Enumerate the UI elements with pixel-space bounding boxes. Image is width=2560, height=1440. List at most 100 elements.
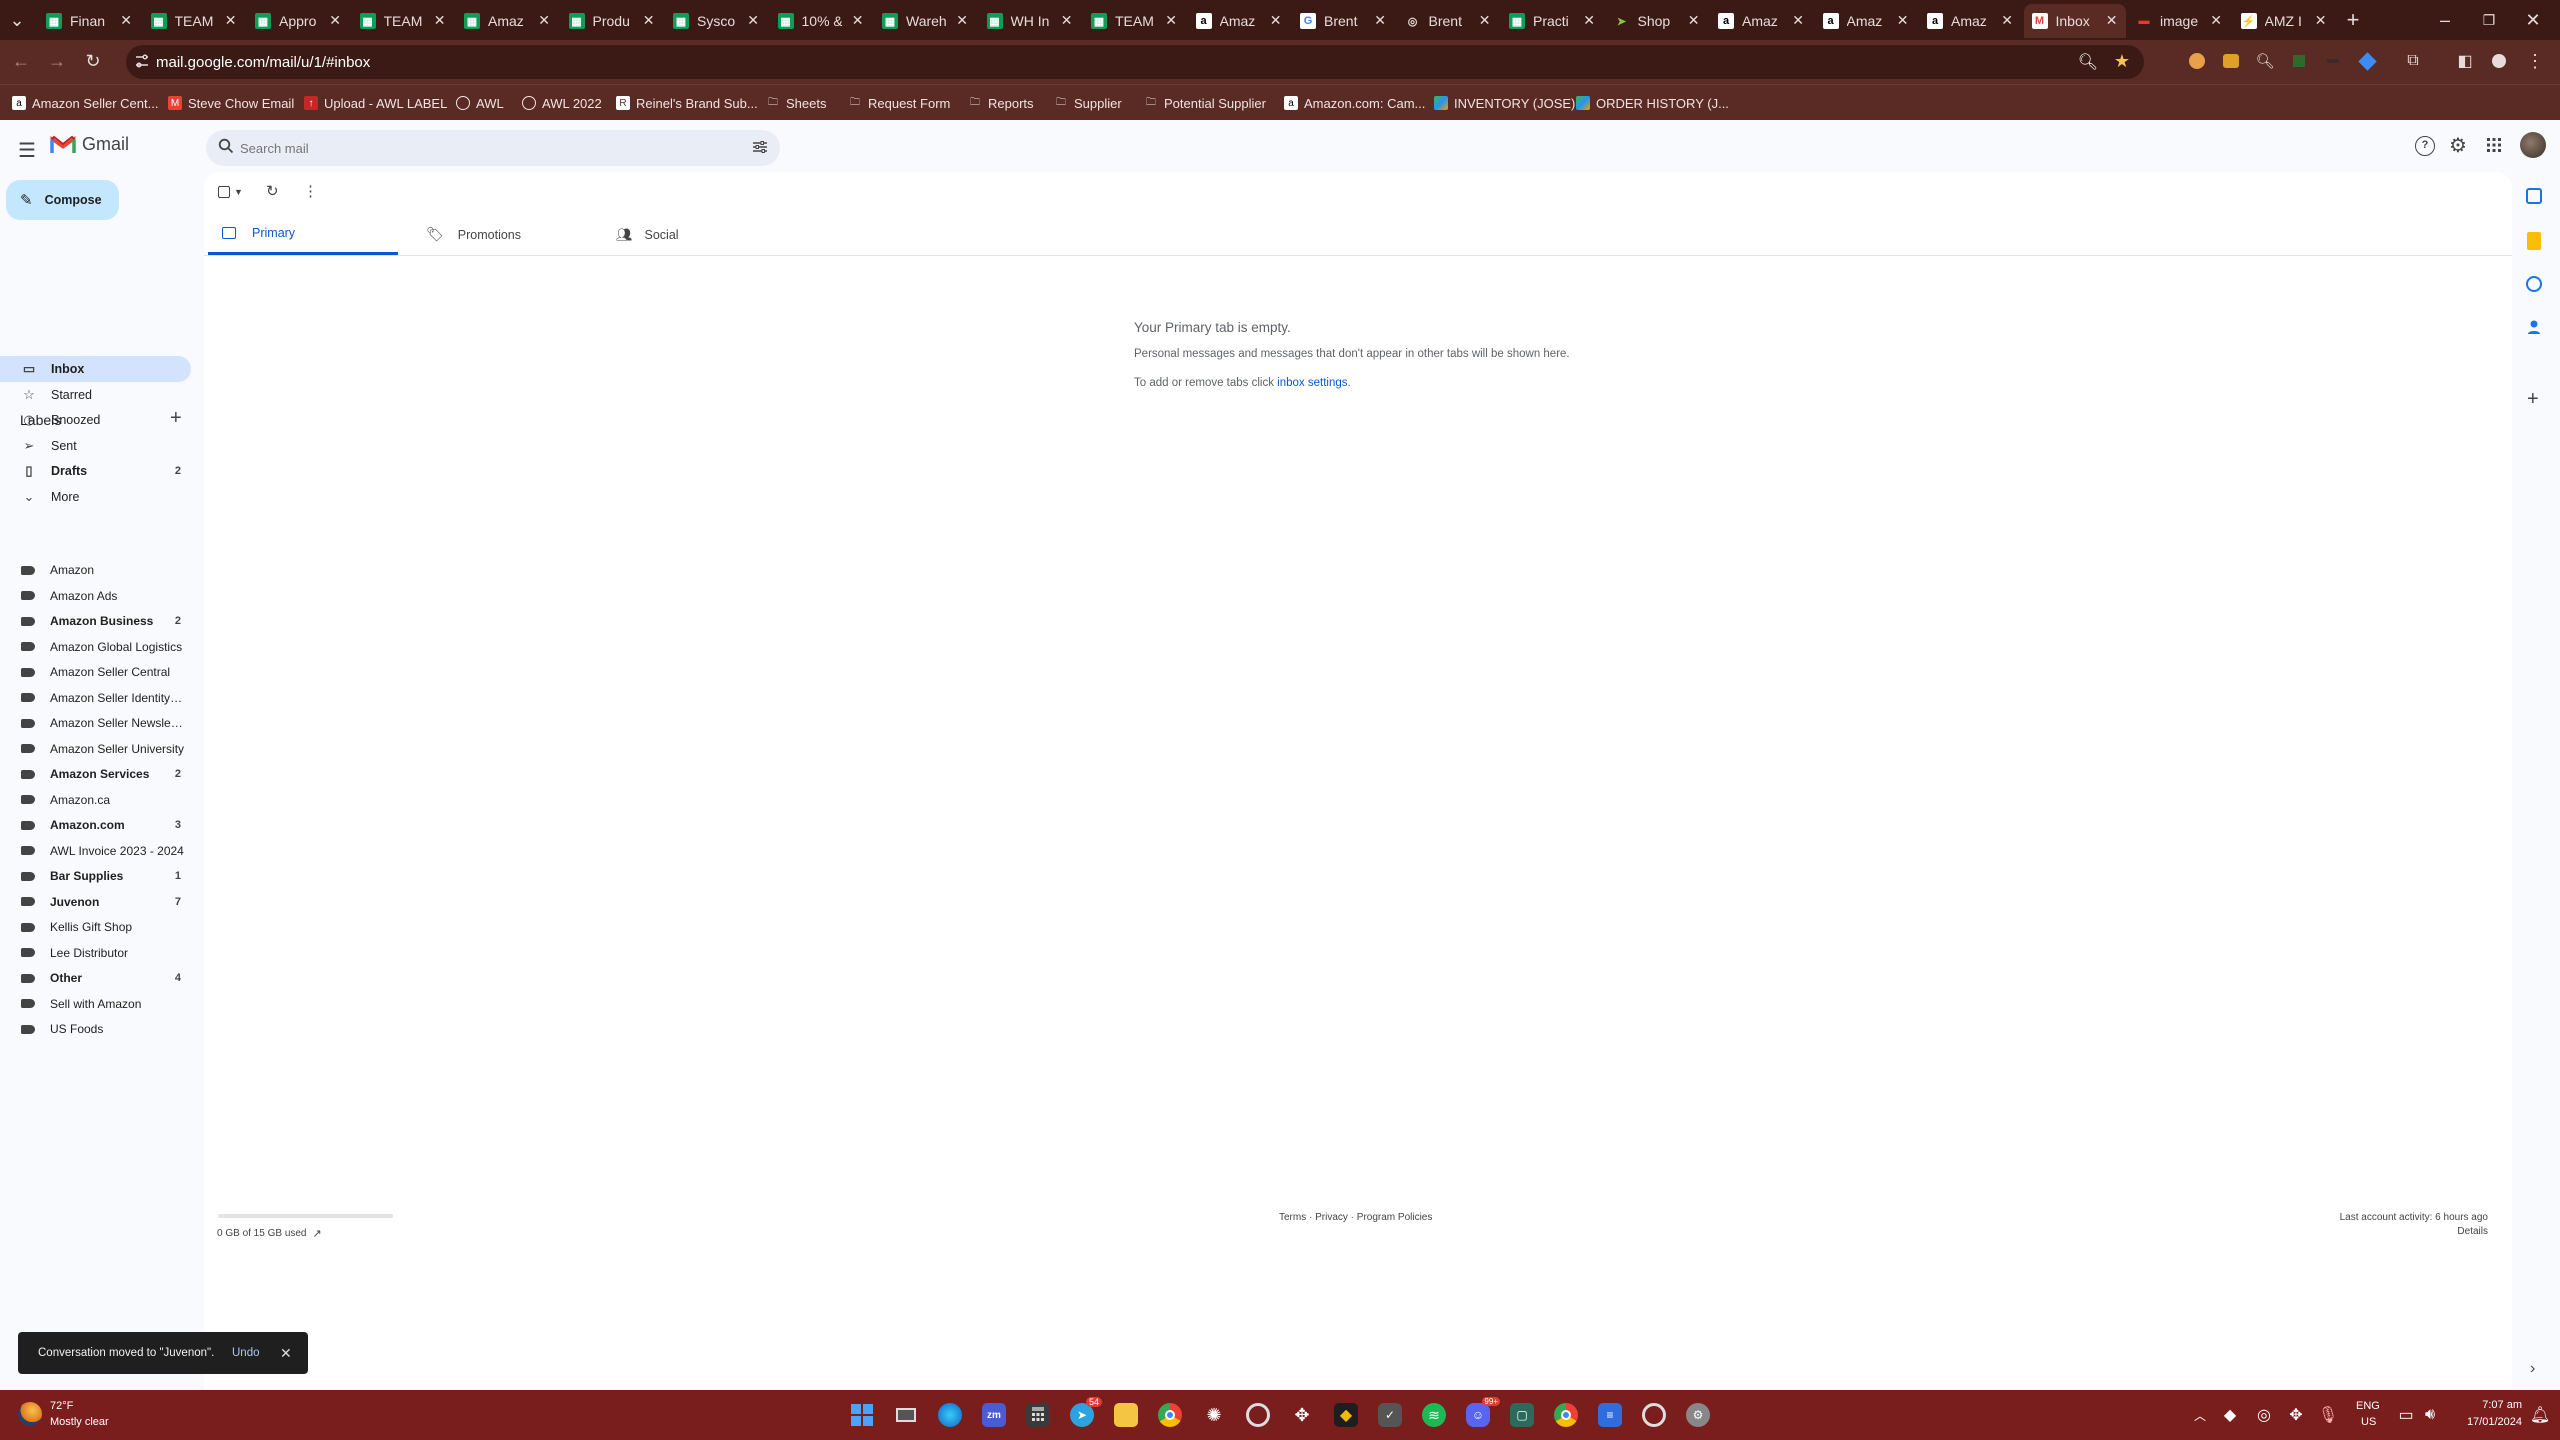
browser-tab[interactable]: ▦ Practi ✕ [1501,4,1603,38]
close-tab-icon[interactable]: ✕ [1270,12,1282,29]
label-item[interactable]: Amazon Seller Central [0,660,191,684]
search-icon[interactable] [218,138,234,158]
chrome-icon[interactable] [1158,1403,1182,1427]
label-item[interactable]: Amazon.com 3 [0,813,191,837]
pinwheel-icon[interactable]: ✥ [1290,1403,1314,1427]
create-label-button[interactable]: + [170,407,182,430]
label-item[interactable]: Amazon Seller Identity V... [0,686,191,710]
get-addons-icon[interactable]: + [2527,388,2539,411]
settings-app-icon[interactable]: ⚙ [1686,1403,1710,1427]
inbox-settings-link[interactable]: inbox settings [1277,377,1347,389]
browser-tab[interactable]: a Amaz ✕ [1710,4,1812,38]
label-item[interactable]: Amazon.ca [0,788,191,812]
close-tab-icon[interactable]: ✕ [1583,12,1595,29]
close-snackbar-icon[interactable]: ✕ [280,1345,292,1362]
contacts-icon[interactable] [2526,318,2542,336]
browser-tab[interactable]: a Amaz ✕ [1919,4,2021,38]
bookmark-star-icon[interactable]: ★ [2114,51,2130,72]
nav-item-drafts[interactable]: ▯ Drafts 2 [0,458,191,484]
external-link-icon[interactable]: ↗ [313,1227,322,1240]
language-indicator[interactable]: ENG [2356,1400,2380,1412]
activity-details-link[interactable]: Details [2457,1226,2488,1237]
microphone-icon[interactable]: 🎙︎ [2318,1405,2338,1425]
help-icon[interactable]: ? [2415,136,2435,156]
reload-button[interactable]: ↻ [82,50,104,72]
telegram-icon[interactable]: ➤ 54 [1070,1397,1102,1427]
volume-icon[interactable]: 🔊︎ [2420,1405,2440,1425]
tab-promotions[interactable]: 🏷︎ Promotions [418,214,608,255]
minimize-button[interactable]: – [2434,9,2456,31]
clock-date[interactable]: 17/01/2024 [2450,1416,2522,1428]
tab-social[interactable]: 👥︎ Social [608,214,798,255]
close-tab-icon[interactable]: ✕ [538,12,550,29]
browser-tab[interactable]: G Brent ✕ [1292,4,1394,38]
close-tab-icon[interactable]: ✕ [2001,12,2013,29]
undo-button[interactable]: Undo [232,1347,260,1359]
label-item[interactable]: Other 4 [0,966,191,990]
label-item[interactable]: Amazon Business 2 [0,609,191,633]
extension-green-icon[interactable] [2288,50,2310,72]
nav-item-sent[interactable]: ➢ Sent [0,433,191,459]
close-tab-icon[interactable]: ✕ [852,12,864,29]
bookmark-folder[interactable]: 🗀 Request Form [848,93,950,113]
close-tab-icon[interactable]: ✕ [2210,12,2222,29]
select-all-checkbox[interactable]: ▼ [218,186,243,198]
weather-desc[interactable]: Mostly clear [50,1416,109,1428]
close-tab-icon[interactable]: ✕ [1897,12,1909,29]
chrome-menu-icon[interactable]: ⋮ [2524,50,2546,72]
file-explorer-icon[interactable] [1114,1403,1138,1427]
search-input[interactable] [238,138,718,158]
browser-tab[interactable]: ▦ Appro ✕ [247,4,349,38]
weather-moon-icon[interactable] [18,1402,42,1426]
extension-honey-icon[interactable] [2220,50,2242,72]
bookmark-item[interactable]: a Amazon Seller Cent... [12,93,158,113]
site-info-icon[interactable] [134,53,150,69]
edge-icon[interactable] [938,1403,962,1427]
forward-button[interactable]: → [46,50,68,72]
tab-search-icon[interactable]: ⌄ [6,9,28,31]
label-item[interactable]: Lee Distributor [0,941,191,965]
account-avatar[interactable] [2520,132,2546,158]
close-tab-icon[interactable]: ✕ [1688,12,1700,29]
main-menu-icon[interactable]: ☰ [18,138,36,163]
back-button[interactable]: ← [10,50,32,72]
close-tab-icon[interactable]: ✕ [120,12,132,29]
bookmark-item[interactable]: AWL [456,93,504,113]
bookmark-item[interactable]: AWL 2022 [522,93,602,113]
label-item[interactable]: Amazon Seller University [0,737,191,761]
extension-dark-icon[interactable] [2322,50,2344,72]
browser-tab[interactable]: ▦ Amaz ✕ [456,4,558,38]
new-tab-button[interactable]: + [2342,7,2364,32]
close-tab-icon[interactable]: ✕ [2315,12,2327,29]
search-options-icon[interactable] [752,139,768,160]
nav-item-starred[interactable]: ☆ Starred [0,382,191,408]
label-item[interactable]: Amazon Ads [0,584,191,608]
bookmark-folder[interactable]: 🗀 Reports [968,93,1034,113]
close-tab-icon[interactable]: ✕ [225,12,237,29]
extension-chrome-icon[interactable] [2186,50,2208,72]
chrome-profile-icon[interactable] [1554,1403,1578,1427]
expand-side-panel-icon[interactable]: › [2530,1360,2535,1378]
close-tab-icon[interactable]: ✕ [747,12,759,29]
brightness-icon[interactable]: ✺ [1202,1403,1226,1427]
tray-pinwheel-icon[interactable]: ✥ [2286,1405,2306,1425]
app-check-icon[interactable]: ✓ [1378,1403,1402,1427]
extensions-puzzle-icon[interactable]: ⧉ [2402,50,2424,72]
browser-tab[interactable]: M Inbox ✕ [2023,4,2126,38]
label-item[interactable]: Amazon Seller Newsletter [0,711,191,735]
notifications-icon[interactable]: 🔔︎ [2530,1405,2550,1425]
browser-tab[interactable]: ▦ TEAM ✕ [1083,4,1185,38]
browser-tab[interactable]: ▦ WH In ✕ [979,4,1081,38]
task-view-icon[interactable] [894,1403,918,1427]
app-screen-icon[interactable]: ▢ [1510,1403,1534,1427]
extension-blue-icon[interactable] [2356,50,2378,72]
side-panel-icon[interactable]: ◧ [2454,50,2476,72]
app-g2-icon[interactable] [1642,1403,1666,1427]
calculator-icon[interactable] [1026,1403,1050,1427]
refresh-icon[interactable]: ↻ [266,182,279,200]
tray-chevron-up-icon[interactable]: ︿ [2190,1405,2210,1425]
bookmark-item[interactable]: a Amazon.com: Cam... [1284,93,1425,113]
nav-item-more[interactable]: ⌄ More [0,484,191,510]
address-bar[interactable]: mail.google.com/mail/u/1/#inbox 🔍︎ ★ [126,45,2144,79]
footer-policies[interactable]: Terms · Privacy · Program Policies [1279,1212,1432,1223]
